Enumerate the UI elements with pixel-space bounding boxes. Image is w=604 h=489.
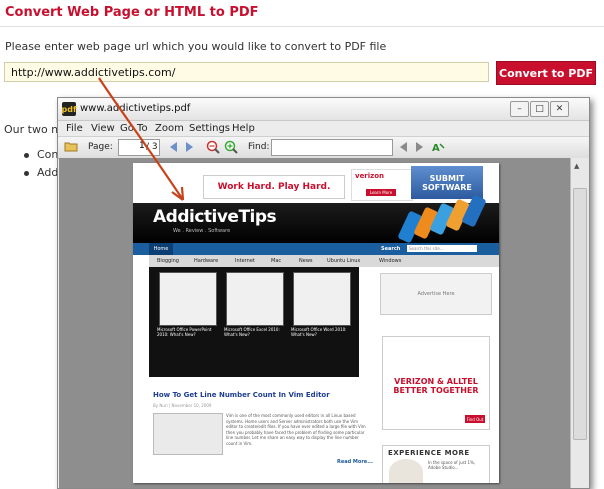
site-logo: AddictiveTips	[153, 207, 277, 227]
work-hard-ad: Work Hard. Play Hard.	[203, 175, 345, 199]
bullet-item: Add	[24, 166, 58, 179]
menu-bar: File View Go To Zoom Settings Help	[58, 121, 589, 136]
close-icon: ✕	[555, 104, 564, 114]
verizon-alltel-ad: VERIZON & ALLTEL BETTER TOGETHER Find Ou…	[382, 336, 490, 430]
featured-caption: Microsoft Office Excel 2010: What's New?	[224, 327, 280, 337]
find-input[interactable]	[271, 139, 393, 156]
page-current: 1	[139, 141, 145, 151]
nav-search-box: Search this site...	[407, 245, 477, 252]
menu-help[interactable]: Help	[232, 123, 255, 134]
open-folder-icon[interactable]	[64, 140, 78, 152]
article-thumbnail	[153, 413, 223, 455]
page-label: Page:	[88, 142, 113, 152]
verizon-ad: verizon Learn More	[351, 169, 413, 201]
minimize-icon: –	[517, 104, 522, 114]
portrait-image	[389, 459, 423, 483]
minimize-button[interactable]: –	[510, 101, 529, 117]
article-body: Vim is one of the most commonly used edi…	[226, 413, 366, 446]
pdf-page: Work Hard. Play Hard. verizon Learn More…	[133, 163, 499, 483]
maximize-button[interactable]: □	[530, 101, 549, 117]
featured-thumb	[159, 272, 217, 326]
category-bar: Blogging Hardware Internet Mac News Ubun…	[149, 255, 499, 267]
category-item: Blogging	[157, 258, 179, 264]
window-title: www.addictivetips.pdf	[80, 103, 191, 114]
experience-more-heading: EXPERIENCE MORE	[388, 449, 470, 457]
find-previous-icon[interactable]	[400, 142, 408, 152]
page-title: Convert Web Page or HTML to PDF	[5, 5, 259, 20]
vertical-scrollbar[interactable]: ▲	[570, 158, 589, 488]
menu-file[interactable]: File	[66, 123, 83, 134]
advertise-here-box: Advertise Here	[380, 273, 492, 315]
find-out-button: Find Out	[465, 415, 485, 423]
maximize-icon: □	[535, 104, 544, 114]
menu-view[interactable]: View	[91, 123, 115, 134]
nav-search-label: Search	[381, 246, 401, 252]
category-item: Internet	[235, 258, 255, 264]
category-item: Ubuntu Linux	[327, 258, 361, 264]
url-input[interactable]	[4, 62, 489, 82]
bullet-item: Con	[24, 148, 58, 161]
menu-zoom[interactable]: Zoom	[155, 123, 184, 134]
featured-thumb	[226, 272, 284, 326]
featured-caption: Microsoft Office PowerPoint 2010: What's…	[157, 327, 212, 337]
site-tagline: We . Review . Software	[173, 228, 231, 234]
bullet-text: Add	[37, 166, 59, 179]
page-total: / 3	[146, 142, 158, 152]
category-item: Windows	[379, 258, 402, 264]
window-titlebar[interactable]: pdf www.addictivetips.pdf – □ ✕	[58, 98, 589, 121]
pdf-app-icon: pdf	[62, 102, 76, 116]
title-divider	[0, 26, 604, 27]
menu-settings[interactable]: Settings	[189, 123, 230, 134]
svg-text:A: A	[432, 143, 440, 154]
nav-home: Home	[149, 243, 173, 255]
scrollbar-thumb[interactable]	[573, 188, 587, 440]
bullet-text: Con	[37, 148, 59, 161]
category-item: Hardware	[194, 258, 219, 264]
next-page-icon[interactable]	[186, 142, 194, 152]
find-next-icon[interactable]	[416, 142, 424, 152]
find-label: Find:	[248, 142, 270, 152]
close-button[interactable]: ✕	[550, 101, 569, 117]
scroll-up-icon[interactable]: ▲	[574, 162, 579, 170]
url-prompt: Please enter web page url which you woul…	[5, 40, 387, 53]
experience-more-text: In the space of just 1%, Adobe Studio...	[428, 460, 476, 470]
intro-text: Our two ne	[4, 123, 65, 136]
category-item: News	[299, 258, 313, 264]
site-navbar: Home Search Search this site...	[133, 243, 499, 255]
verizon-logo-text: verizon	[355, 172, 385, 180]
featured-caption: Microsoft Office Word 2010: What's New?	[291, 327, 347, 337]
category-item: Mac	[271, 258, 282, 264]
pdf-viewer-window: pdf www.addictivetips.pdf – □ ✕ File Vie…	[57, 97, 590, 489]
article-meta: By Nuri | November 10, 2009	[153, 403, 212, 408]
read-more-link: Read More...	[337, 459, 373, 465]
verizon-alltel-text: VERIZON & ALLTEL BETTER TOGETHER	[393, 377, 479, 395]
zoom-in-icon[interactable]	[224, 140, 238, 154]
menu-go-to[interactable]: Go To	[120, 123, 148, 134]
zoom-out-icon[interactable]	[206, 140, 220, 154]
article-title: How To Get Line Number Count In Vim Edit…	[153, 391, 330, 399]
featured-thumb	[293, 272, 351, 326]
experience-more-ad: EXPERIENCE MORE In the space of just 1%,…	[382, 445, 490, 483]
toolbar: Page: 1 / 3 Find: A	[58, 136, 589, 159]
convert-to-pdf-button[interactable]: Convert to PDF	[496, 61, 596, 85]
site-header: AddictiveTips We . Review . Software	[133, 194, 499, 244]
previous-page-icon[interactable]	[170, 142, 178, 152]
submit-software-ad: SUBMIT SOFTWARE	[411, 166, 483, 199]
featured-panel: Microsoft Office PowerPoint 2010: What's…	[149, 267, 359, 377]
learn-more-button: Learn More	[366, 189, 396, 196]
highlight-matches-icon[interactable]: A	[432, 140, 446, 154]
